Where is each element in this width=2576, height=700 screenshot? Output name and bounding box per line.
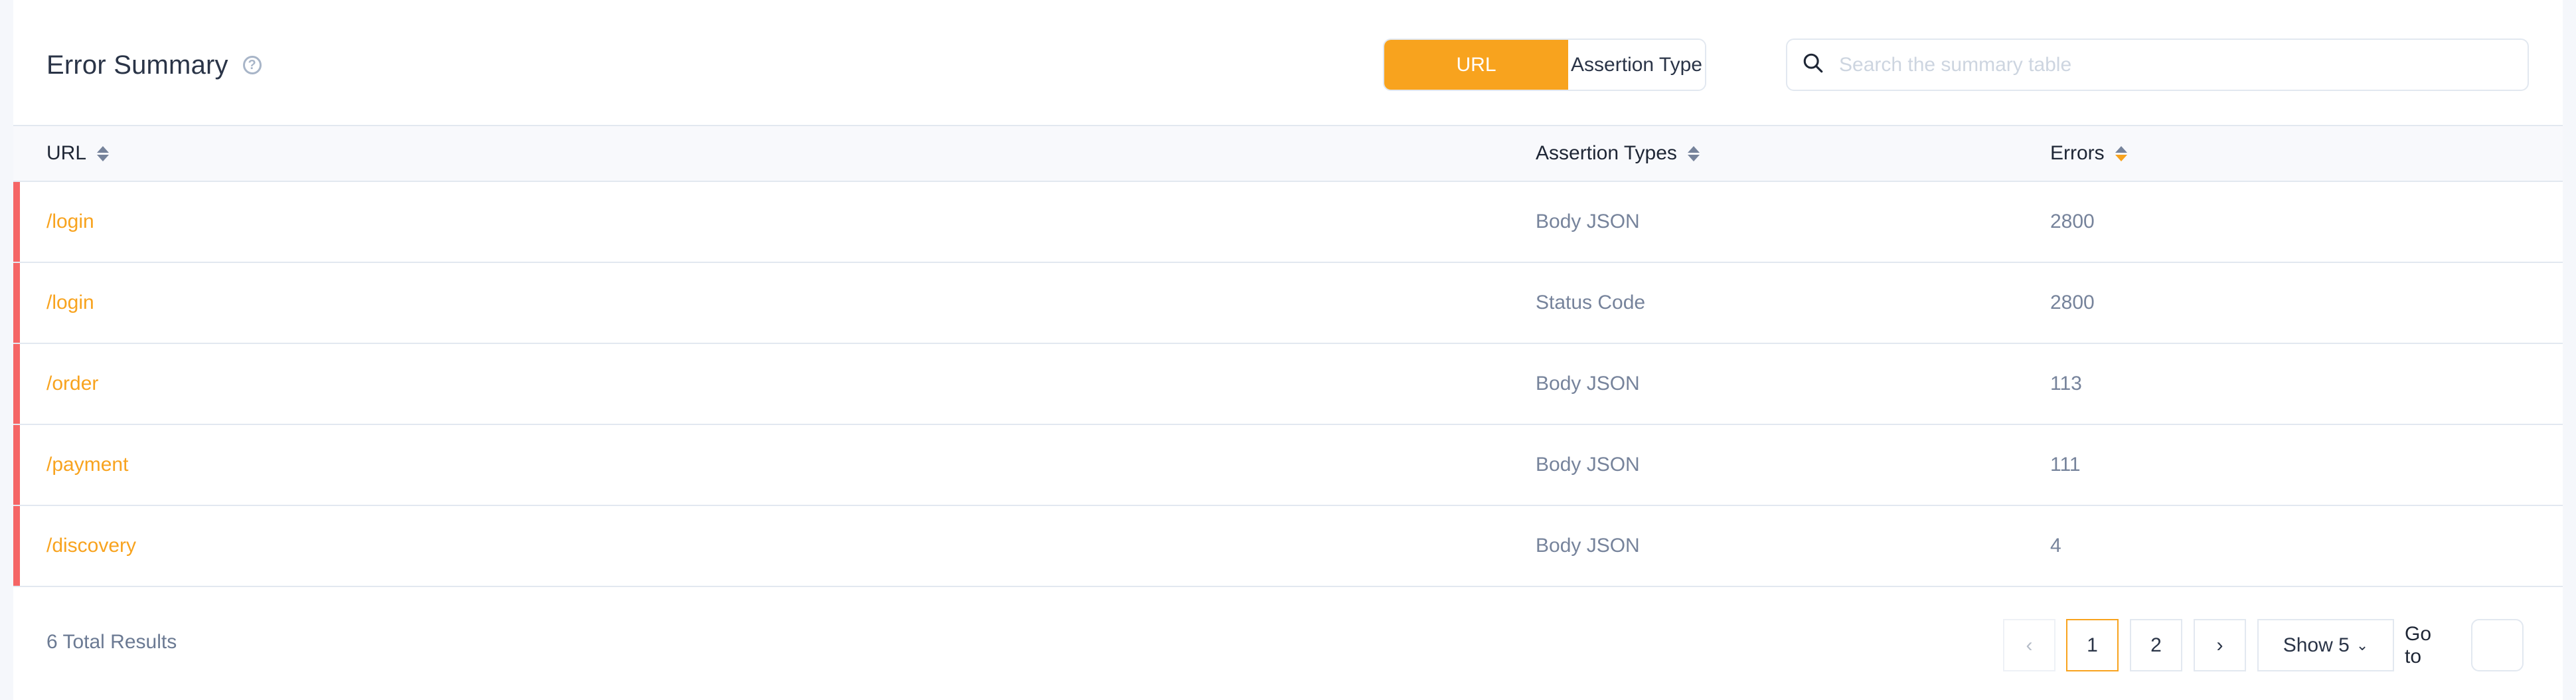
sort-descending-icon[interactable] xyxy=(2115,145,2127,161)
prev-page-button[interactable]: ‹ xyxy=(2003,619,2055,671)
summary-table: URL Assertion Types Errors /login Body J… xyxy=(13,125,2563,587)
table-header: URL Assertion Types Errors xyxy=(13,125,2563,182)
search-input[interactable] xyxy=(1838,52,2528,77)
url-link[interactable]: /login xyxy=(46,182,94,262)
total-results: 6 Total Results xyxy=(46,631,177,653)
url-link[interactable]: /discovery xyxy=(46,506,136,586)
errors-cell: 113 xyxy=(2050,373,2082,394)
url-link[interactable]: /order xyxy=(46,344,98,424)
goto-page-input[interactable] xyxy=(2471,619,2524,671)
errors-cell: 111 xyxy=(2050,454,2081,476)
table-row[interactable]: /discovery Body JSON 4 xyxy=(13,506,2563,587)
page-2-button[interactable]: 2 xyxy=(2130,619,2182,671)
error-indicator-bar xyxy=(13,182,20,262)
errors-cell: 2800 xyxy=(2050,211,2095,232)
error-indicator-bar xyxy=(13,425,20,505)
errors-cell: 2800 xyxy=(2050,292,2095,313)
column-header-errors[interactable]: Errors xyxy=(2050,126,2127,181)
table-row[interactable]: /login Body JSON 2800 xyxy=(13,182,2563,263)
group-by-assertion-type-button[interactable]: Assertion Type xyxy=(1568,40,1705,90)
chevron-down-icon: ⌄ xyxy=(2356,636,2369,654)
column-header-assertion-types[interactable]: Assertion Types xyxy=(1536,126,1700,181)
table-row[interactable]: /order Body JSON 113 xyxy=(13,344,2563,425)
error-indicator-bar xyxy=(13,263,20,343)
sort-icon[interactable] xyxy=(1687,145,1700,161)
group-by-toggle: URL Assertion Type xyxy=(1383,39,1706,91)
assertion-type-cell: Body JSON xyxy=(1536,211,1640,232)
column-header-url[interactable]: URL xyxy=(46,126,110,181)
page-1-button[interactable]: 1 xyxy=(2066,619,2119,671)
error-summary-card: Error Summary ? URL Assertion Type URL A… xyxy=(13,0,2563,700)
assertion-type-cell: Body JSON xyxy=(1536,535,1640,557)
search-box xyxy=(1786,39,2529,91)
url-link[interactable]: /payment xyxy=(46,425,128,505)
page-title: Error Summary xyxy=(46,50,228,80)
url-link[interactable]: /login xyxy=(46,263,94,343)
card-header: Error Summary ? xyxy=(46,48,262,82)
errors-cell: 4 xyxy=(2050,535,2061,557)
search-icon xyxy=(1802,52,1824,78)
error-indicator-bar xyxy=(13,506,20,586)
table-row[interactable]: /payment Body JSON 111 xyxy=(13,425,2563,506)
chevron-right-icon: › xyxy=(2216,634,2223,656)
next-page-button[interactable]: › xyxy=(2194,619,2246,671)
table-row[interactable]: /login Status Code 2800 xyxy=(13,263,2563,344)
column-label: Assertion Types xyxy=(1536,142,1677,164)
page-size-select[interactable]: Show 5 ⌄ xyxy=(2257,619,2394,671)
goto-label: Go to xyxy=(2405,622,2432,667)
sort-icon[interactable] xyxy=(97,145,110,161)
chevron-left-icon: ‹ xyxy=(2026,634,2033,656)
group-by-url-button[interactable]: URL xyxy=(1384,40,1568,90)
column-label: Errors xyxy=(2050,142,2105,164)
assertion-type-cell: Body JSON xyxy=(1536,454,1640,476)
assertion-type-cell: Status Code xyxy=(1536,292,1646,313)
column-label: URL xyxy=(46,142,87,164)
page-size-label: Show 5 xyxy=(2283,634,2350,656)
error-indicator-bar xyxy=(13,344,20,424)
question-circle-icon[interactable]: ? xyxy=(242,56,262,74)
assertion-type-cell: Body JSON xyxy=(1536,373,1640,394)
